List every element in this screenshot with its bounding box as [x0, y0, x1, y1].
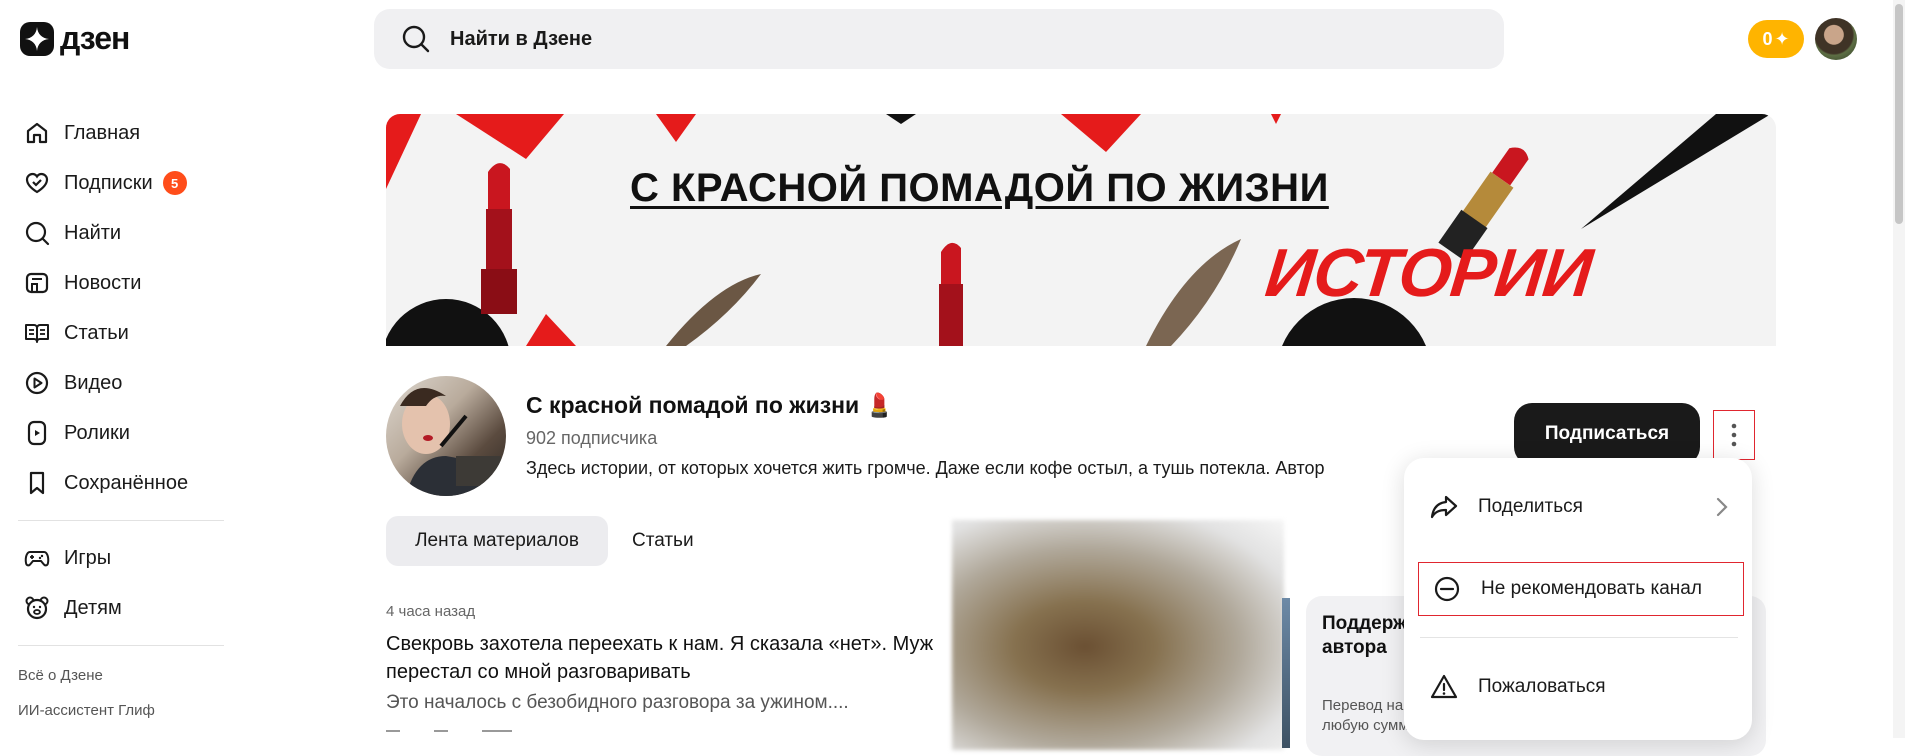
sidebar-item-label: Статьи [64, 321, 129, 344]
post-snippet[interactable]: Это началось с безобидного разговора за … [386, 692, 906, 714]
tab-articles[interactable]: Статьи [632, 516, 694, 566]
sidebar-item-games[interactable]: Игры [18, 533, 228, 583]
user-avatar[interactable] [1815, 18, 1857, 60]
sidebar-item-video[interactable]: Видео [18, 358, 228, 408]
about-dzen-link[interactable]: Всё о Дзене [18, 658, 228, 693]
share-icon [1430, 495, 1458, 519]
shorts-icon [27, 420, 47, 446]
lipstick-illustration [481, 163, 517, 314]
dzen-logo[interactable]: дзен [20, 20, 130, 57]
menu-item-label: Не рекомендовать канал [1481, 578, 1702, 599]
search-input[interactable] [450, 27, 1350, 51]
menu-item-report[interactable]: Пожаловаться [1416, 660, 1740, 714]
menu-divider [1420, 637, 1738, 638]
sidebar-item-label: Игры [64, 546, 112, 569]
sidebar-item-label: Ролики [64, 421, 130, 444]
tab-feed[interactable]: Лента материалов [386, 516, 608, 566]
subscriptions-icon [25, 172, 49, 194]
news-icon [25, 272, 49, 294]
post-image[interactable] [952, 520, 1284, 750]
menu-item-share[interactable]: Поделиться [1416, 480, 1740, 534]
channel-description: Здесь истории, от которых хочется жить г… [526, 458, 1325, 478]
menu-item-label: Поделиться [1478, 496, 1583, 517]
channel-name[interactable]: С красной помадой по жизни 💄 [526, 392, 894, 419]
notification-badge: 5 [162, 171, 187, 195]
sidebar-item-home[interactable]: Главная [18, 108, 228, 158]
sparkle-icon: ✦ [1774, 28, 1790, 49]
subscribe-button[interactable]: Подписаться [1514, 403, 1700, 465]
sidebar-item-news[interactable]: Новости [18, 258, 228, 308]
coins-count: 0 [1762, 28, 1773, 49]
lipstick-emoji: 💄 [865, 392, 894, 418]
sidebar-item-label: Найти [64, 221, 122, 244]
menu-item-do-not-recommend[interactable]: Не рекомендовать канал [1418, 562, 1744, 616]
coins-badge[interactable]: 0 ✦ [1748, 20, 1804, 58]
post-actions [386, 730, 556, 740]
channel-avatar[interactable] [386, 376, 506, 496]
channel-avatar-image [400, 388, 506, 496]
card-image-edge [1282, 598, 1290, 748]
more-options-button[interactable] [1713, 410, 1755, 460]
post-timestamp: 4 часа назад [386, 603, 476, 620]
video-icon [25, 371, 49, 395]
page-scrollbar[interactable] [1893, 0, 1905, 738]
sidebar-item-label: Новости [64, 271, 142, 294]
sidebar-item-label: Детям [64, 596, 122, 619]
channel-banner: С КРАСНОЙ ПОМАДОЙ ПО ЖИЗНИ ИСТОРИИ [386, 114, 1776, 346]
sidebar-divider [18, 520, 224, 521]
sidebar-divider [18, 645, 224, 646]
search-icon [25, 221, 50, 246]
gamepad-icon [24, 551, 50, 567]
search-bar[interactable] [374, 9, 1504, 69]
sidebar: Главная Подписки 5 Найти Новости Статьи … [18, 108, 228, 728]
views-icon [482, 730, 512, 738]
like-icon[interactable] [386, 730, 400, 738]
chevron-right-icon [1716, 497, 1728, 517]
post-title[interactable]: Свекровь захотела переехать к нам. Я ска… [386, 630, 956, 686]
sidebar-item-saved[interactable]: Сохранённое [18, 458, 228, 508]
sidebar-item-label: Подписки [64, 171, 153, 194]
sidebar-item-subscriptions[interactable]: Подписки 5 [18, 158, 228, 208]
logo-text: дзен [60, 20, 130, 56]
bear-icon [25, 596, 49, 620]
articles-icon [25, 324, 49, 343]
channel-name-text: С красной помадой по жизни [526, 392, 860, 418]
sidebar-item-kids[interactable]: Детям [18, 583, 228, 633]
sidebar-item-search[interactable]: Найти [18, 208, 228, 258]
block-icon [1434, 576, 1460, 602]
subscriber-count: 902 подписчика [526, 428, 658, 448]
channel-options-menu: Поделиться Не рекомендовать канал Пожало… [1404, 458, 1752, 740]
comment-icon[interactable] [434, 730, 448, 738]
bookmark-icon [29, 471, 45, 495]
kebab-menu-icon [1731, 423, 1737, 447]
home-icon [26, 122, 48, 144]
menu-item-label: Пожаловаться [1478, 676, 1606, 697]
lipstick-illustration [939, 242, 963, 346]
search-icon [402, 25, 430, 53]
sidebar-item-articles[interactable]: Статьи [18, 308, 228, 358]
warning-icon [1430, 674, 1458, 699]
dzen-star-icon [20, 21, 54, 56]
scrollbar-thumb[interactable] [1895, 4, 1903, 224]
ai-assistant-link[interactable]: ИИ-ассистент Глиф [18, 693, 228, 728]
sidebar-item-label: Сохранённое [64, 471, 189, 494]
sidebar-item-shorts[interactable]: Ролики [18, 408, 228, 458]
sidebar-item-label: Главная [64, 121, 141, 144]
banner-title: С КРАСНОЙ ПОМАДОЙ ПО ЖИЗНИ [630, 166, 1329, 210]
sidebar-item-label: Видео [64, 371, 123, 394]
banner-subtitle: ИСТОРИИ [1262, 235, 1596, 311]
